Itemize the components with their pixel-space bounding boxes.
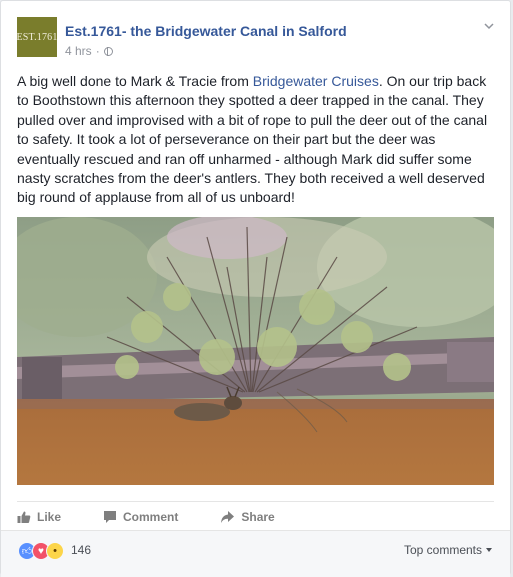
post-card: EST.1761 Est.1761- the Bridgewater Canal… <box>0 0 511 577</box>
reaction-count[interactable]: 146 <box>71 543 91 557</box>
wow-reaction-icon: • <box>46 542 64 560</box>
avatar[interactable]: EST.1761 <box>16 17 57 57</box>
timestamp[interactable]: 4 hrs <box>65 44 92 58</box>
post-text-part-1: A big well done to Mark & Tracie from <box>17 73 253 89</box>
share-icon <box>221 511 235 523</box>
post-footer: 👍︎ ♥ • 146 Top comments <box>1 530 510 577</box>
thumbs-up-icon <box>17 511 31 523</box>
share-label: Share <box>241 510 275 524</box>
post-meta: 4 hrs · <box>65 44 113 58</box>
post-text-part-2: . On our trip back to Boothstown this af… <box>17 73 488 206</box>
meta-separator: · <box>95 44 100 58</box>
comment-icon <box>104 511 117 523</box>
post-photo[interactable] <box>17 217 494 485</box>
comment-label: Comment <box>123 510 179 524</box>
bridgewater-cruises-link[interactable]: Bridgewater Cruises <box>253 73 379 89</box>
top-comments-dropdown[interactable]: Top comments <box>404 543 492 557</box>
chevron-down-icon[interactable] <box>484 21 494 31</box>
comment-button[interactable]: Comment <box>103 510 178 524</box>
top-comments-label: Top comments <box>403 543 482 557</box>
caret-down-icon <box>486 548 492 552</box>
post-header: EST.1761 Est.1761- the Bridgewater Canal… <box>16 17 494 61</box>
action-bar: Like Comment Share <box>17 501 494 530</box>
globe-icon <box>103 46 113 56</box>
post-text: A big well done to Mark & Tracie from Br… <box>17 72 498 208</box>
page-name-link[interactable]: Est.1761- the Bridgewater Canal in Salfo… <box>65 23 347 39</box>
like-label: Like <box>37 510 62 524</box>
share-button[interactable]: Share <box>220 510 275 524</box>
reaction-icons[interactable]: 👍︎ ♥ • <box>18 542 64 560</box>
canal-deer-photo <box>17 217 494 485</box>
like-button[interactable]: Like <box>17 510 61 524</box>
